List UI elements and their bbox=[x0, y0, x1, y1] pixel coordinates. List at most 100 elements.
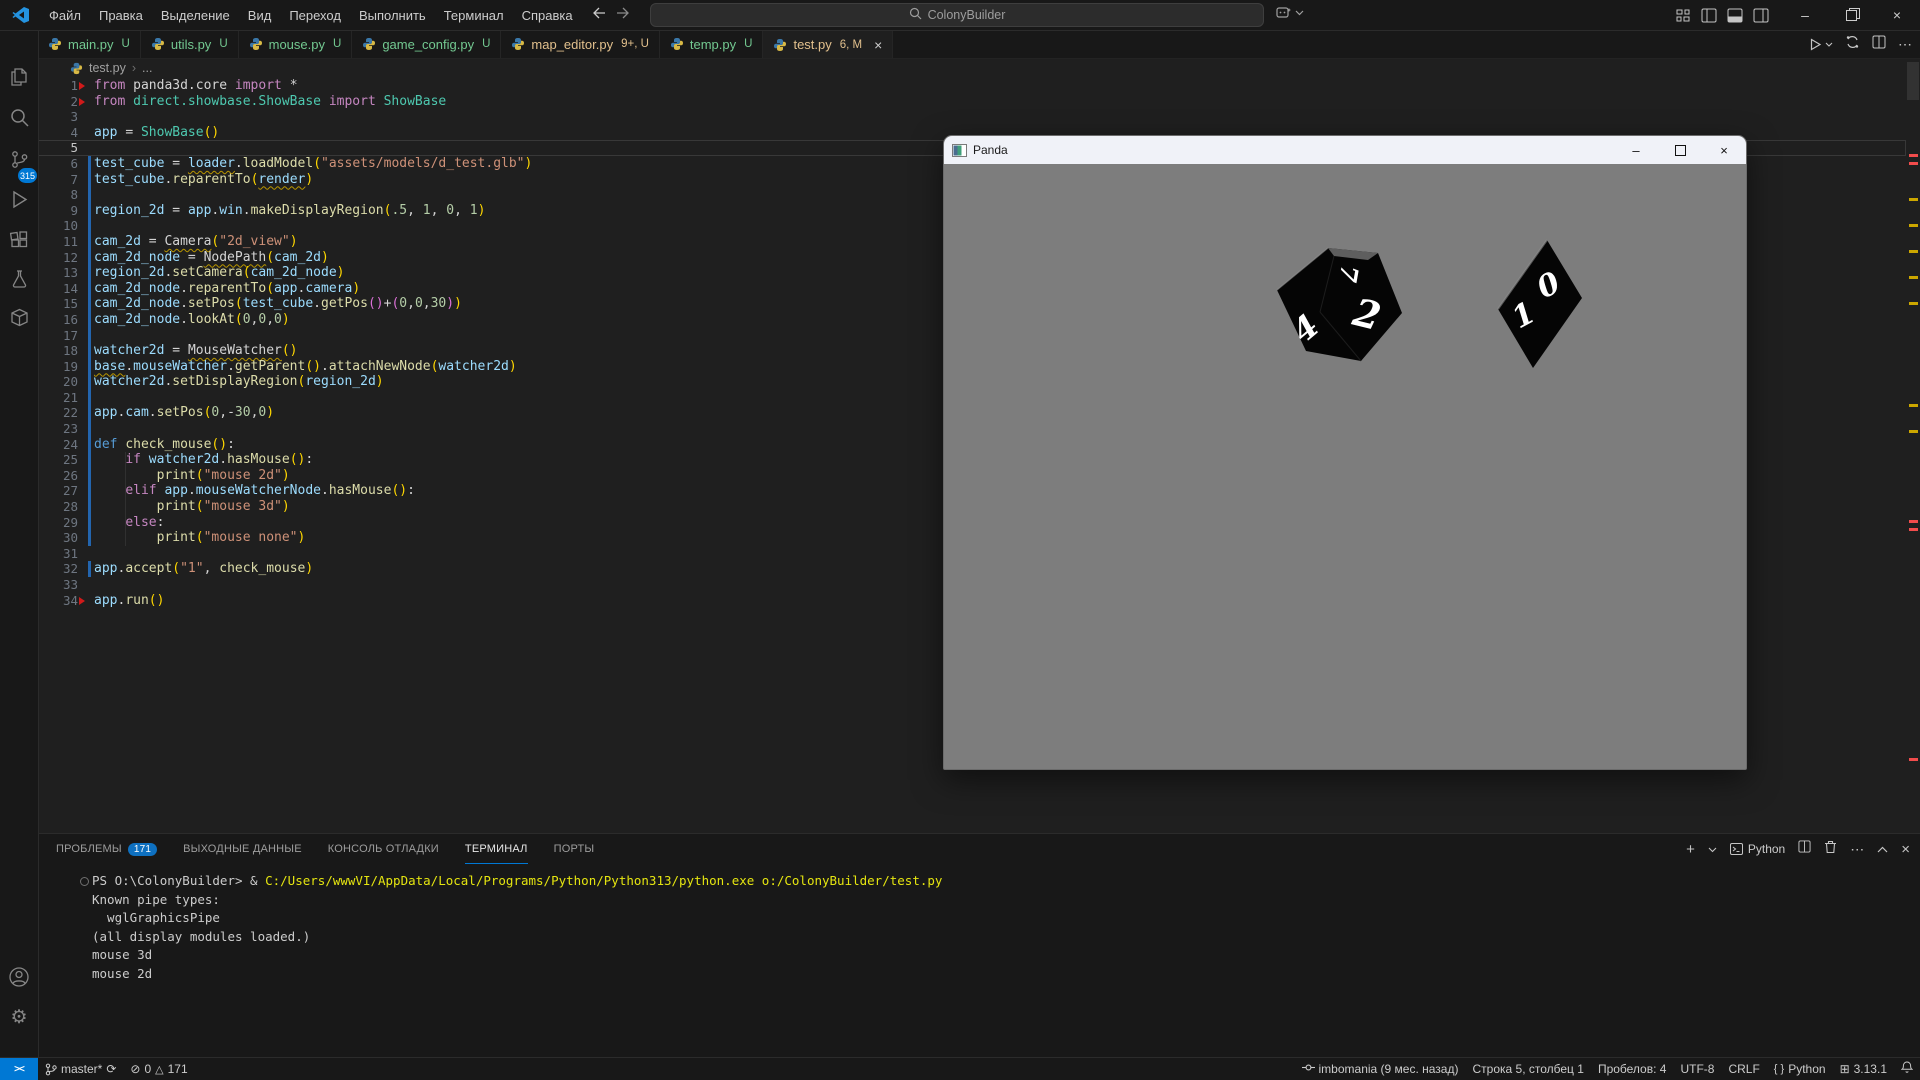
chevron-down-icon bbox=[1295, 10, 1304, 16]
git-modified-bar bbox=[88, 265, 91, 281]
panda-close-button[interactable]: × bbox=[1702, 136, 1746, 164]
code-token: else bbox=[125, 514, 157, 530]
menu-Справка[interactable]: Справка bbox=[513, 5, 582, 26]
chevron-down-icon bbox=[1825, 42, 1833, 47]
bell-icon bbox=[1900, 1061, 1914, 1077]
split-editor-icon[interactable] bbox=[1872, 35, 1886, 54]
copilot-button[interactable] bbox=[1276, 6, 1304, 20]
menu-Правка[interactable]: Правка bbox=[90, 5, 152, 26]
menu-Файл[interactable]: Файл bbox=[40, 5, 90, 26]
breadcrumb-file[interactable]: test.py bbox=[89, 61, 126, 75]
status-item-utf-8[interactable]: UTF-8 bbox=[1673, 1058, 1721, 1080]
extensions-icon[interactable] bbox=[0, 220, 38, 258]
nav-back-icon[interactable] bbox=[592, 6, 606, 24]
panel-tab-ВЫХОДНЫЕ ДАННЫЕ[interactable]: ВЫХОДНЫЕ ДАННЫЕ bbox=[183, 834, 302, 864]
code-line[interactable]: 2 from direct.showbase.ShowBase import Sh… bbox=[38, 94, 1906, 110]
menu-Терминал[interactable]: Терминал bbox=[435, 5, 513, 26]
status-item-imbomania[interactable]: imbomania (9 мес. назад) bbox=[1295, 1058, 1466, 1080]
menu-Выделение[interactable]: Выделение bbox=[152, 5, 239, 26]
status-item-crlf[interactable]: CRLF bbox=[1721, 1058, 1766, 1080]
more-actions-icon[interactable]: ⋯ bbox=[1898, 36, 1912, 53]
gutter-decorations bbox=[78, 109, 94, 125]
tab-game_config.py[interactable]: game_config.py U bbox=[352, 30, 502, 58]
tab-main.py[interactable]: main.py U bbox=[38, 30, 141, 58]
split-terminal-icon[interactable] bbox=[1798, 840, 1811, 858]
terminal-dropdown-icon[interactable] bbox=[1708, 840, 1717, 858]
remote-indicator[interactable]: >< bbox=[0, 1058, 38, 1080]
code-token: from bbox=[94, 78, 134, 93]
tab-utils.py[interactable]: utils.py U bbox=[140, 30, 239, 58]
problems-status-item[interactable]: ⊘ 0 △ 171 bbox=[123, 1058, 194, 1080]
breadcrumb-separator: › bbox=[131, 61, 136, 75]
panda-3d-viewport[interactable]: 2 4 7 1 0 bbox=[944, 164, 1746, 769]
maximize-panel-icon[interactable] bbox=[1877, 840, 1888, 858]
terminal-tab-item[interactable]: Python bbox=[1729, 842, 1785, 856]
line-number: 27 bbox=[62, 483, 78, 499]
panel-tab-ТЕРМИНАЛ[interactable]: ТЕРМИНАЛ bbox=[465, 834, 528, 864]
tab-temp.py[interactable]: temp.py U bbox=[659, 30, 764, 58]
tab-map_editor.py[interactable]: map_editor.py 9+, U bbox=[501, 30, 660, 58]
code-line[interactable]: 3 bbox=[38, 109, 1906, 125]
status-item-label: CRLF bbox=[1728, 1062, 1760, 1076]
code-token: . bbox=[180, 311, 188, 327]
ruler-mark bbox=[1909, 528, 1918, 531]
code-text: watcher2d = MouseWatcher() bbox=[94, 343, 298, 359]
package-view-icon[interactable] bbox=[0, 298, 38, 336]
panda-minimize-button[interactable]: – bbox=[1614, 136, 1658, 164]
git-modified-bar bbox=[88, 358, 91, 375]
terminal-output[interactable]: PS O:\ColonyBuilder> & C:/Users/wwwVI/Ap… bbox=[80, 872, 942, 984]
panda-title-bar[interactable]: Panda – × bbox=[944, 136, 1746, 164]
panel-more-actions-icon[interactable]: ⋯ bbox=[1850, 841, 1864, 858]
customize-layout-icon[interactable] bbox=[1676, 8, 1691, 23]
menu-Выполнить[interactable]: Выполнить bbox=[350, 5, 435, 26]
scrollbar-slider[interactable] bbox=[1907, 62, 1919, 100]
command-center-search[interactable]: ColonyBuilder bbox=[650, 3, 1264, 27]
panel-tab-ПРОБЛЕМЫ[interactable]: ПРОБЛЕМЫ 171 bbox=[56, 834, 158, 864]
sync-changes-icon[interactable] bbox=[1845, 35, 1860, 54]
settings-gear-icon[interactable]: ⚙ bbox=[0, 998, 38, 1036]
nav-forward-icon[interactable] bbox=[616, 6, 630, 24]
window-minimize-button[interactable]: – bbox=[1782, 0, 1828, 30]
git-branch-item[interactable]: master* ⟳ bbox=[38, 1058, 123, 1080]
run-python-file-button[interactable] bbox=[1809, 37, 1833, 51]
menu-Вид[interactable]: Вид bbox=[239, 5, 281, 26]
code-token: : bbox=[156, 514, 165, 530]
tab-mouse.py[interactable]: mouse.py U bbox=[238, 30, 353, 58]
toggle-primary-sidebar-icon[interactable] bbox=[1701, 8, 1717, 23]
search-view-icon[interactable] bbox=[0, 98, 38, 136]
close-panel-icon[interactable]: × bbox=[1901, 841, 1910, 858]
menu-Переход[interactable]: Переход bbox=[280, 5, 350, 26]
line-number: 7 bbox=[70, 171, 78, 187]
panda-app-window[interactable]: Panda – × 2 4 7 1 0 bbox=[943, 135, 1747, 770]
panel-tab-КОНСОЛЬ ОТЛАДКИ[interactable]: КОНСОЛЬ ОТЛАДКИ bbox=[328, 834, 439, 864]
toggle-secondary-sidebar-icon[interactable] bbox=[1753, 8, 1769, 23]
toggle-panel-icon[interactable] bbox=[1727, 8, 1743, 23]
tab-close-icon[interactable]: × bbox=[874, 37, 882, 53]
testing-icon[interactable] bbox=[0, 259, 38, 297]
code-line[interactable]: 1 from panda3d.core import * bbox=[38, 78, 1906, 94]
overview-ruler[interactable] bbox=[1906, 58, 1920, 833]
panel-tab-label: ПРОБЛЕМЫ bbox=[56, 843, 122, 855]
panel-tab-ПОРТЫ[interactable]: ПОРТЫ bbox=[554, 834, 595, 864]
status-item-bell[interactable] bbox=[1894, 1058, 1920, 1080]
run-debug-icon[interactable] bbox=[0, 180, 38, 218]
code-token: . bbox=[227, 358, 235, 374]
indent-guide bbox=[125, 452, 126, 546]
window-close-button[interactable]: × bbox=[1874, 0, 1920, 30]
breadcrumb[interactable]: test.py › ... bbox=[70, 58, 152, 78]
account-icon[interactable] bbox=[0, 958, 38, 996]
breadcrumb-more[interactable]: ... bbox=[142, 61, 152, 75]
explorer-icon[interactable] bbox=[0, 58, 38, 96]
new-terminal-button[interactable]: + bbox=[1686, 841, 1695, 858]
tab-test.py[interactable]: test.py 6, M × bbox=[763, 30, 894, 58]
code-token: ) bbox=[454, 296, 462, 312]
status-item-строка[interactable]: Строка 5, столбец 1 bbox=[1465, 1058, 1590, 1080]
kill-terminal-icon[interactable] bbox=[1824, 840, 1837, 859]
code-token: cam_2d_node bbox=[94, 280, 181, 296]
status-item-3.13.1[interactable]: ⊞ 3.13.1 bbox=[1833, 1058, 1894, 1080]
status-item-пробелов:[interactable]: Пробелов: 4 bbox=[1591, 1058, 1674, 1080]
gutter-decorations bbox=[78, 343, 94, 359]
window-restore-button[interactable] bbox=[1828, 0, 1874, 30]
status-item-python[interactable]: { } Python bbox=[1767, 1058, 1833, 1080]
panda-maximize-button[interactable] bbox=[1658, 136, 1702, 164]
